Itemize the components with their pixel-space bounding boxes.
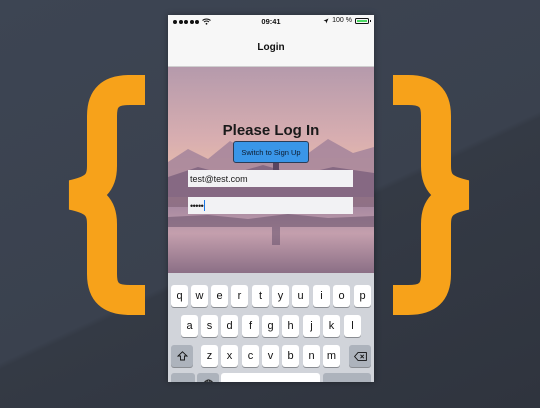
key-q[interactable]: q [171, 285, 188, 307]
key-v[interactable]: v [262, 345, 279, 367]
shift-key[interactable] [171, 345, 193, 367]
key-z[interactable]: z [201, 345, 218, 367]
key-r[interactable]: r [231, 285, 248, 307]
login-heading: Please Log In [222, 122, 320, 139]
key-u[interactable]: u [292, 285, 309, 307]
key-c[interactable]: c [242, 345, 259, 367]
space-key[interactable]: space [221, 373, 320, 382]
key-l[interactable]: l [344, 315, 361, 337]
left-curly-brace-icon [68, 74, 146, 316]
page-title: Login [257, 42, 285, 53]
key-j[interactable]: j [303, 315, 320, 337]
key-o[interactable]: o [333, 285, 350, 307]
key-m[interactable]: m [323, 345, 340, 367]
key-h[interactable]: h [282, 315, 299, 337]
password-field[interactable]: ••••• [188, 197, 353, 214]
key-b[interactable]: b [282, 345, 299, 367]
globe-icon [203, 379, 213, 382]
key-t[interactable]: t [252, 285, 269, 307]
key-p[interactable]: p [354, 285, 371, 307]
onscreen-keyboard: q w e r t y u i o p a s d f g h j k l z … [168, 273, 374, 382]
battery-icon [355, 17, 371, 24]
key-n[interactable]: n [303, 345, 320, 367]
email-value: test@test.com [190, 173, 248, 184]
key-f[interactable]: f [242, 315, 259, 337]
key-k[interactable]: k [323, 315, 340, 337]
key-e[interactable]: e [211, 285, 228, 307]
backspace-icon [353, 351, 367, 361]
status-bar: 09:41 100 % [168, 15, 374, 29]
right-curly-brace-icon [392, 74, 470, 316]
key-y[interactable]: y [272, 285, 289, 307]
text-cursor [204, 200, 206, 211]
navigation-bar: Login [168, 29, 374, 67]
key-g[interactable]: g [262, 315, 279, 337]
globe-key[interactable] [197, 373, 219, 382]
email-field[interactable]: test@test.com [188, 170, 353, 187]
phone-screen: 09:41 100 % Login Please Log In Switch t… [168, 15, 374, 382]
location-arrow-icon [323, 18, 329, 23]
key-s[interactable]: s [201, 315, 218, 337]
key-x[interactable]: x [221, 345, 238, 367]
key-i[interactable]: i [313, 285, 330, 307]
numbers-key[interactable]: 123 [171, 373, 195, 382]
key-w[interactable]: w [191, 285, 208, 307]
key-a[interactable]: a [181, 315, 198, 337]
switch-to-sign-up-button[interactable]: Switch to Sign Up [233, 141, 309, 163]
battery-percent: 100 % [332, 17, 352, 24]
shift-arrow-icon [176, 351, 188, 361]
password-value: ••••• [190, 200, 204, 211]
return-key[interactable]: return [323, 373, 371, 382]
status-right: 100 % [323, 17, 371, 24]
key-d[interactable]: d [221, 315, 238, 337]
backspace-key[interactable] [349, 345, 371, 367]
